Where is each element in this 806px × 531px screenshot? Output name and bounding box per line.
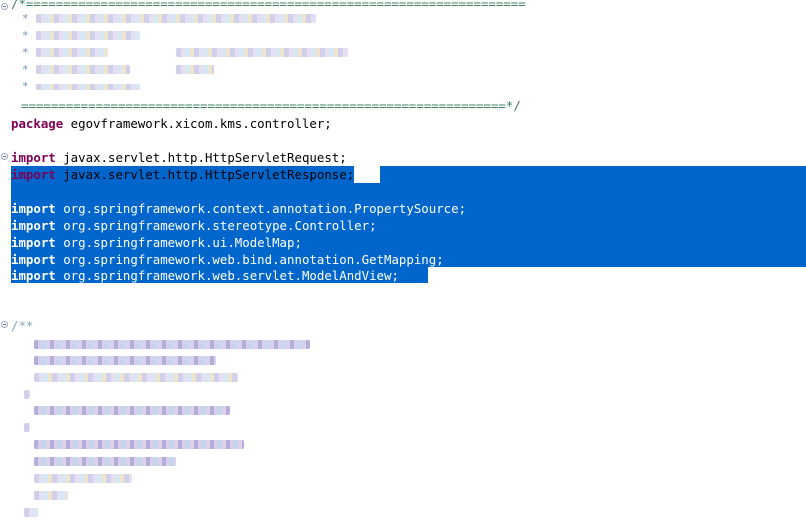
import-keyword: import bbox=[11, 167, 56, 182]
import-keyword: import bbox=[11, 150, 56, 165]
import-keyword: import bbox=[11, 201, 56, 216]
package-name: egovframework.xicom.kms.controller; bbox=[63, 116, 332, 131]
import-name: org.springframework.context.annotation.P… bbox=[55, 201, 467, 216]
redacted-text bbox=[36, 31, 140, 40]
import-line: import org.springframework.web.bind.anno… bbox=[0, 251, 444, 268]
redacted-text bbox=[34, 356, 216, 365]
redacted-text bbox=[34, 340, 310, 349]
redacted-text bbox=[176, 48, 348, 57]
redacted-text bbox=[24, 508, 38, 517]
import-keyword: import bbox=[11, 235, 56, 250]
redacted-text bbox=[36, 65, 130, 74]
import-name: org.springframework.web.bind.annotation.… bbox=[55, 252, 444, 267]
redacted-text bbox=[34, 474, 132, 483]
comment-prefix: * bbox=[22, 29, 29, 42]
import-name: javax.servlet.http.HttpServletRequest; bbox=[55, 150, 347, 165]
import-line: import org.springframework.context.annot… bbox=[0, 200, 466, 217]
import-line: import org.springframework.web.servlet.M… bbox=[0, 267, 399, 284]
code-editor[interactable]: /*======================================… bbox=[0, 0, 806, 531]
text-selection bbox=[380, 166, 806, 183]
import-name: javax.servlet.http.HttpServletResponse; bbox=[55, 167, 355, 182]
redacted-text bbox=[36, 14, 316, 23]
import-name: org.springframework.stereotype.Controlle… bbox=[55, 218, 377, 233]
header-comment-close: ========================================… bbox=[21, 98, 521, 113]
comment-prefix: * bbox=[22, 80, 29, 93]
javadoc-open-line: /** bbox=[0, 317, 34, 334]
import-line: import org.springframework.ui.ModelMap; bbox=[0, 234, 302, 251]
import-name: org.springframework.web.servlet.ModelAnd… bbox=[55, 268, 399, 283]
import-line: import javax.servlet.http.HttpServletReq… bbox=[0, 149, 347, 166]
comment-prefix: * bbox=[22, 12, 29, 25]
import-name: org.springframework.ui.ModelMap; bbox=[55, 235, 302, 250]
import-line: import org.springframework.stereotype.Co… bbox=[0, 217, 377, 234]
comment-prefix: * bbox=[22, 63, 29, 76]
redacted-text bbox=[34, 440, 244, 449]
javadoc-open: /** bbox=[11, 318, 34, 333]
import-keyword: import bbox=[11, 218, 56, 233]
comment-prefix: * bbox=[22, 46, 29, 59]
import-keyword: import bbox=[11, 268, 56, 283]
redacted-text bbox=[34, 406, 230, 415]
redacted-text bbox=[34, 491, 68, 500]
redacted-text bbox=[24, 390, 30, 399]
redacted-text bbox=[34, 457, 176, 466]
import-line: import javax.servlet.http.HttpServletRes… bbox=[0, 166, 355, 183]
package-keyword: package bbox=[11, 116, 64, 131]
redacted-text bbox=[36, 84, 140, 90]
redacted-text bbox=[34, 373, 238, 382]
redacted-text bbox=[176, 65, 214, 74]
redacted-text bbox=[24, 423, 30, 432]
selection-end-gap bbox=[428, 267, 806, 283]
import-keyword: import bbox=[11, 252, 56, 267]
redacted-text bbox=[36, 48, 108, 57]
package-line: package egovframework.xicom.kms.controll… bbox=[0, 115, 332, 132]
